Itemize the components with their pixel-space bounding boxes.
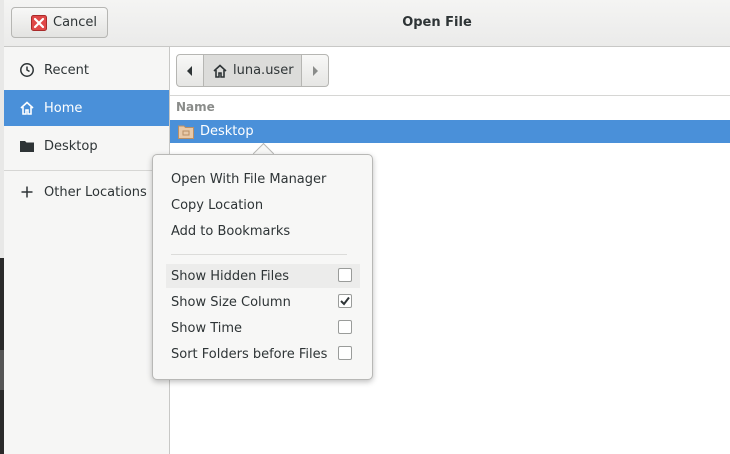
path-bar: luna.user xyxy=(176,54,329,87)
chevron-left-icon xyxy=(187,65,192,76)
menu-item-label: Add to Bookmarks xyxy=(171,223,291,239)
menu-item-label: Show Hidden Files xyxy=(171,268,289,284)
menu-open-with-file-manager[interactable]: Open With File Manager xyxy=(166,167,360,191)
file-row[interactable]: Desktop xyxy=(170,120,730,143)
checkbox-checked[interactable] xyxy=(338,294,352,308)
window-title: Open File xyxy=(402,15,472,30)
checkbox-unchecked[interactable] xyxy=(338,268,352,282)
home-icon xyxy=(213,63,227,78)
menu-show-size-column[interactable]: Show Size Column xyxy=(166,290,360,314)
path-crumb-label: luna.user xyxy=(233,63,294,78)
home-icon xyxy=(20,101,34,115)
menu-item-label: Show Time xyxy=(171,320,243,336)
checkmark-icon xyxy=(340,296,350,306)
column-header-name[interactable]: Name xyxy=(170,95,730,119)
menu-item-label: Sort Folders before Files xyxy=(171,346,328,362)
menu-show-time[interactable]: Show Time xyxy=(166,316,360,340)
sidebar-item-home[interactable]: Home xyxy=(4,90,169,126)
sidebar-item-label: Home xyxy=(44,100,83,116)
sidebar-item-desktop[interactable]: Desktop xyxy=(4,128,169,164)
menu-item-label: Show Size Column xyxy=(171,294,291,310)
menu-item-label: Copy Location xyxy=(171,197,264,213)
menu-separator xyxy=(171,254,347,255)
places-sidebar: Recent Home Desktop Other Locations xyxy=(4,47,170,454)
header-bar: Cancel Open File xyxy=(4,0,730,47)
checkbox-unchecked[interactable] xyxy=(338,320,352,334)
path-crumb-home[interactable]: luna.user xyxy=(203,55,302,86)
folder-desktop-icon xyxy=(178,125,194,139)
context-menu: Open With File Manager Copy Location Add… xyxy=(152,154,373,380)
sidebar-item-label: Desktop xyxy=(44,138,98,154)
menu-item-label: Open With File Manager xyxy=(171,171,327,187)
sidebar-divider xyxy=(4,170,169,171)
clock-icon xyxy=(20,63,34,77)
menu-add-to-bookmarks[interactable]: Add to Bookmarks xyxy=(166,219,360,243)
menu-sort-folders-before-files[interactable]: Sort Folders before Files xyxy=(166,342,360,366)
path-forward-button[interactable] xyxy=(302,55,328,86)
sidebar-item-recent[interactable]: Recent xyxy=(4,52,169,88)
plus-icon xyxy=(21,186,33,198)
file-name: Desktop xyxy=(200,124,254,139)
chevron-right-icon xyxy=(313,65,318,76)
folder-icon xyxy=(20,141,34,152)
checkbox-unchecked[interactable] xyxy=(338,346,352,360)
sidebar-item-label: Other Locations xyxy=(44,184,147,200)
sidebar-item-label: Recent xyxy=(44,62,89,78)
sidebar-item-other-locations[interactable]: Other Locations xyxy=(4,174,169,210)
menu-copy-location[interactable]: Copy Location xyxy=(166,193,360,217)
menu-show-hidden-files[interactable]: Show Hidden Files xyxy=(166,264,360,288)
path-back-button[interactable] xyxy=(177,55,203,86)
